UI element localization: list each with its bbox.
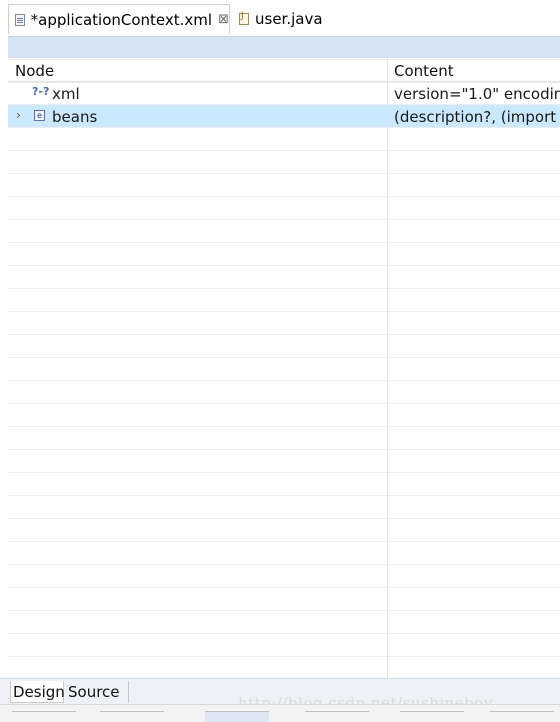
editor-header-stripe — [8, 36, 560, 58]
content-value: version="1.0" encoding — [394, 85, 560, 103]
close-icon[interactable]: ⊠ — [218, 12, 229, 27]
table-header: Node Content — [8, 58, 560, 82]
editor-tab-bar: *applicationContext.xml ⊠ user.java — [0, 0, 560, 36]
table-row-xml[interactable]: ?-? xml version="1.0" encoding — [8, 82, 560, 105]
element-icon: e — [34, 110, 45, 121]
tab-label: *applicationContext.xml — [30, 10, 213, 29]
xml-tree-table[interactable]: Node Content ?-? xml version="1.0" encod… — [8, 58, 560, 678]
table-row-beans[interactable]: › e beans (description?, (import | — [8, 105, 560, 128]
tab-label: user.java — [255, 10, 323, 28]
node-label: xml — [52, 85, 80, 103]
tab-source[interactable]: Source — [66, 681, 129, 703]
tab-application-context[interactable]: *applicationContext.xml ⊠ — [8, 4, 230, 34]
processing-instruction-icon: ?-? — [32, 85, 50, 98]
java-file-icon — [239, 11, 249, 25]
column-separator[interactable] — [387, 58, 388, 678]
xml-file-icon — [15, 13, 25, 26]
column-header-node[interactable]: Node — [15, 62, 54, 80]
expand-chevron-icon[interactable]: › — [16, 108, 21, 122]
tab-design[interactable]: Design — [10, 681, 65, 703]
column-header-content[interactable]: Content — [394, 62, 454, 80]
node-label: beans — [52, 108, 98, 126]
content-value: (description?, (import | — [394, 108, 560, 126]
tab-user-java[interactable]: user.java — [235, 4, 355, 34]
views-tab-bar — [0, 704, 560, 722]
